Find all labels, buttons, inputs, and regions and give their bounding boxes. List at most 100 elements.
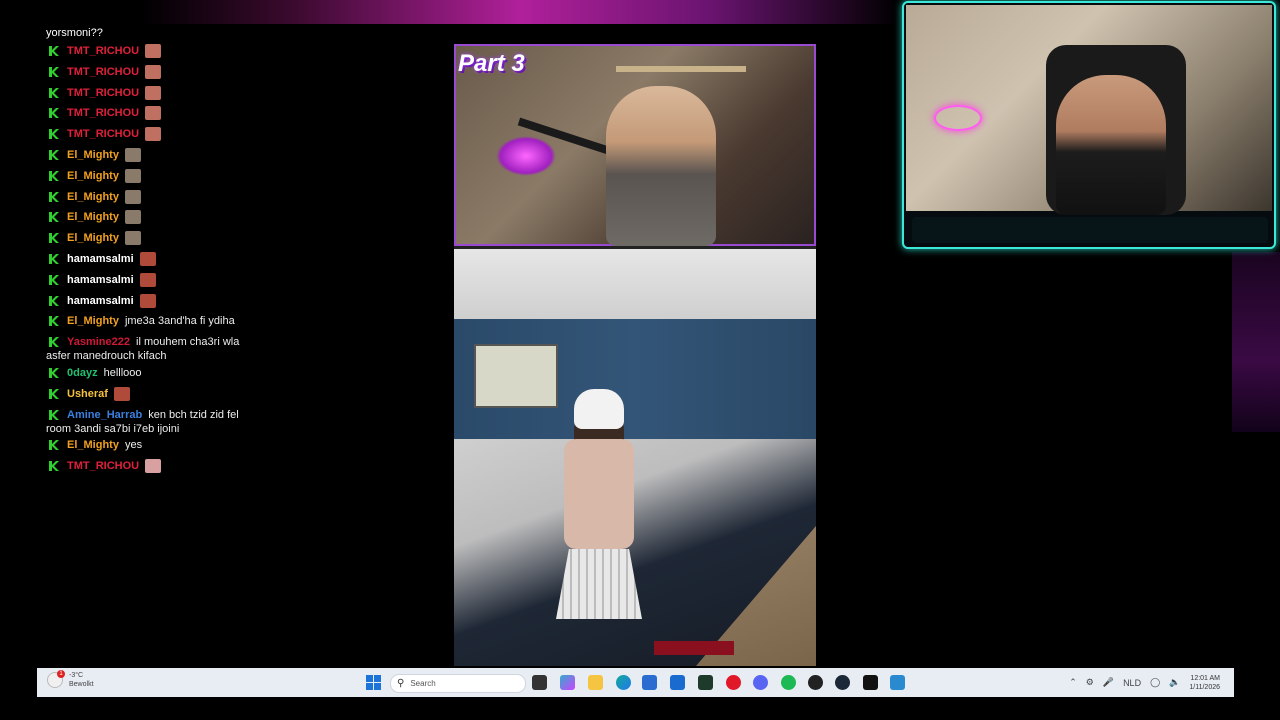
main-video: Part 3 xyxy=(454,44,816,666)
chat-username[interactable]: TMT_RICHOU xyxy=(67,106,139,120)
chat-username[interactable]: El_Mighty xyxy=(67,210,119,224)
subscriber-badge-icon xyxy=(48,128,60,140)
chat-username[interactable]: El_Mighty xyxy=(67,148,119,162)
chat-username[interactable]: TMT_RICHOU xyxy=(67,86,139,100)
game-hud xyxy=(654,641,734,655)
facecam-person xyxy=(1056,75,1166,215)
microphone-icon[interactable]: 🎤 xyxy=(1103,677,1114,688)
chat-message: hamamsalmi xyxy=(44,293,344,312)
chat-username[interactable]: Amine_Harrab xyxy=(67,408,142,422)
chat-emote xyxy=(124,147,141,162)
chat-username[interactable]: El_Mighty xyxy=(67,231,119,245)
network-app-icon[interactable]: ⚙ xyxy=(1086,677,1094,688)
subscriber-badge-icon xyxy=(48,107,60,119)
chat-emote xyxy=(145,44,162,58)
outlook-icon[interactable] xyxy=(670,675,685,690)
discord-icon[interactable] xyxy=(753,675,768,690)
chat-message: El_Mighty xyxy=(44,210,344,228)
chat-message: 0dayz helllooo xyxy=(44,366,344,384)
chat-message: El_Mighty xyxy=(44,168,344,187)
subscriber-badge-icon xyxy=(48,191,60,203)
clock-time: 12:01 AM xyxy=(1190,674,1220,682)
chat-message: TMT_RICHOU xyxy=(44,44,344,62)
chat-text-continued: asfer manedrouch kifach xyxy=(46,350,167,363)
neon-light xyxy=(496,136,556,176)
taskbar: 1 -3°C Bewolkt ⚲ Search ⌃ ⚙ 🎤 NLD ◯ 🔈 12… xyxy=(37,668,1234,697)
subscriber-badge-icon xyxy=(48,388,60,400)
media-player-icon[interactable] xyxy=(863,675,878,690)
clock-date: 1/11/2026 xyxy=(1189,683,1220,691)
speaker-icon[interactable]: 🔈 xyxy=(1169,677,1180,688)
subscriber-badge-icon xyxy=(48,87,60,99)
chat-message: Yasmine222 il mouhem cha3ri wla asfer mane… xyxy=(44,335,344,363)
chat-emote xyxy=(124,231,141,246)
chat-username[interactable]: 0dayz xyxy=(67,366,98,380)
chat-text-continued: room 3andi sa7bi i7eb ijoini xyxy=(46,422,180,435)
chat-username[interactable]: TMT_RICHOU xyxy=(67,65,139,79)
chat-username[interactable]: TMT_RICHOU xyxy=(67,459,139,473)
chat-username[interactable]: TMT_RICHOU xyxy=(67,127,139,141)
edge-icon[interactable] xyxy=(616,675,631,690)
subscriber-badge-icon xyxy=(48,149,60,161)
obs-icon[interactable] xyxy=(808,675,823,690)
side-glow-panel xyxy=(1232,252,1280,432)
chat-emote xyxy=(139,293,156,308)
start-button[interactable] xyxy=(366,675,381,690)
subscriber-badge-icon xyxy=(48,45,60,57)
chat-text: jme3a 3and'ha fi ydiha xyxy=(124,315,235,328)
subscriber-badge-icon xyxy=(48,211,60,223)
chat-text: yes xyxy=(124,439,143,452)
chat-username[interactable]: Usheraf xyxy=(67,387,108,401)
weather-desc: Bewolkt xyxy=(69,681,94,688)
chat-message: Usheraf xyxy=(44,386,344,405)
chat-message: El_Mighty jme3a 3and'ha fi ydiha xyxy=(44,314,344,332)
language-indicator[interactable]: NLD xyxy=(1123,678,1141,688)
chat-username[interactable]: hamamsalmi xyxy=(67,273,134,287)
chat-message: El_Mighty xyxy=(44,147,344,166)
subscriber-badge-icon xyxy=(48,409,60,421)
steam-icon[interactable] xyxy=(835,675,850,690)
chat-text: helllooo xyxy=(103,366,142,379)
copilot-icon[interactable] xyxy=(560,675,575,690)
chat-message: hamamsalmi xyxy=(44,251,344,270)
chat-username[interactable]: hamamsalmi xyxy=(67,252,134,266)
spotify-icon[interactable] xyxy=(781,675,796,690)
weather-icon: 1 xyxy=(47,670,65,688)
chat-username[interactable]: El_Mighty xyxy=(67,190,119,204)
chat-emote xyxy=(145,106,162,121)
snipping-tool-icon[interactable] xyxy=(890,675,905,690)
chat-username[interactable]: hamamsalmi xyxy=(67,294,134,308)
chat-message: El_Mighty yes xyxy=(44,438,344,456)
weather-temp: -3°C xyxy=(69,672,84,679)
chat-username[interactable]: TMT_RICHOU xyxy=(67,44,139,58)
opera-icon[interactable] xyxy=(726,675,741,690)
taskbar-search[interactable]: ⚲ Search xyxy=(390,674,526,693)
chat-emote xyxy=(139,272,156,287)
chat-overlay: yorsmoni?? TMT_RICHOU TMT_RICHOU TMT_RICHO… xyxy=(44,26,344,480)
game-footage xyxy=(454,249,816,666)
chat-username[interactable]: El_Mighty xyxy=(67,314,119,328)
chevron-up-icon[interactable]: ⌃ xyxy=(1069,677,1077,688)
terminal-icon[interactable] xyxy=(698,675,713,690)
subscriber-badge-icon xyxy=(48,253,60,265)
subscriber-badge-icon xyxy=(48,232,60,244)
subscriber-badge-icon xyxy=(48,295,60,307)
chat-username[interactable]: Yasmine222 xyxy=(67,335,130,349)
search-icon: ⚲ xyxy=(397,678,405,689)
wifi-icon[interactable]: ◯ xyxy=(1150,677,1160,688)
facecam-room xyxy=(906,5,1272,215)
chat-username[interactable]: El_Mighty xyxy=(67,169,119,183)
facecam-name-bar xyxy=(912,217,1268,243)
subscriber-badge-icon xyxy=(48,66,60,78)
task-view-icon[interactable] xyxy=(532,675,547,690)
chat-username[interactable]: El_Mighty xyxy=(67,438,119,452)
chat-message: hamamsalmi xyxy=(44,272,344,291)
chat-message: Amine_Harrab ken bch tzid zid fel room 3an… xyxy=(44,408,344,436)
clock[interactable]: 12:01 AM 1/11/2026 xyxy=(1189,674,1220,692)
weather-widget[interactable]: 1 -3°C Bewolkt xyxy=(47,670,94,689)
store-icon[interactable] xyxy=(642,675,657,690)
file-explorer-icon[interactable] xyxy=(588,675,603,690)
search-placeholder: Search xyxy=(410,679,436,688)
subscriber-badge-icon xyxy=(48,439,60,451)
character-skirt xyxy=(556,549,642,619)
